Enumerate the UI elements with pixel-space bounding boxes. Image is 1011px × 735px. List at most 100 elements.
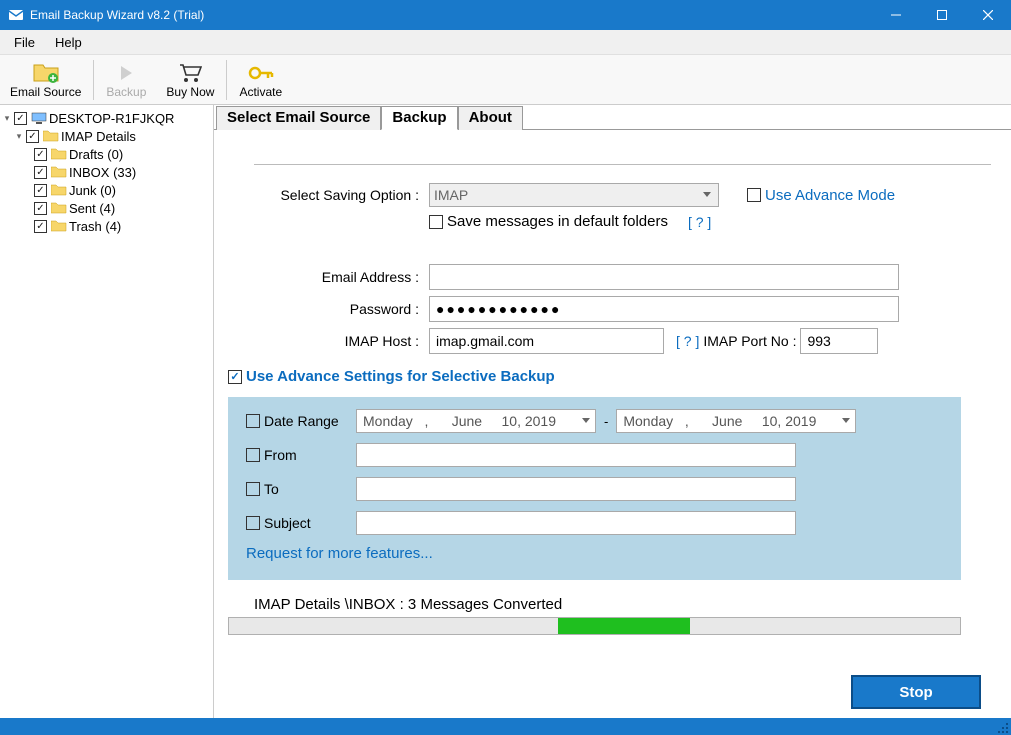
checkbox[interactable] [34, 166, 47, 179]
folder-icon [51, 165, 67, 179]
backup-button: Backup [96, 55, 156, 104]
content-panel: Select Email Source Backup About Select … [214, 105, 1011, 718]
email-source-button[interactable]: Email Source [0, 55, 91, 104]
expander-icon[interactable]: ▾ [14, 131, 24, 142]
from-label: From [264, 447, 297, 463]
tree-label: Trash (4) [69, 219, 121, 234]
tree-root[interactable]: ▾ DESKTOP-R1FJKQR [2, 109, 211, 127]
tree-folder-drafts[interactable]: Drafts (0) [2, 145, 211, 163]
email-label: Email Address : [254, 269, 429, 285]
expander-icon[interactable]: ▾ [2, 113, 12, 124]
saving-option-label: Select Saving Option : [254, 187, 429, 203]
statusbar [0, 718, 1011, 735]
minimize-button[interactable] [873, 0, 919, 30]
to-checkbox[interactable] [246, 482, 260, 496]
folder-tree: ▾ DESKTOP-R1FJKQR ▾ IMAP Details Drafts … [0, 105, 214, 718]
advance-settings-checkbox[interactable] [228, 370, 242, 384]
folder-icon [51, 147, 67, 161]
date-range-checkbox[interactable] [246, 414, 260, 428]
request-features-link[interactable]: Request for more features... [246, 545, 943, 562]
toolbar-label: Buy Now [166, 85, 214, 99]
toolbar-label: Activate [239, 85, 282, 99]
advance-settings-panel: Date Range - From To Subject [228, 397, 961, 580]
close-button[interactable] [965, 0, 1011, 30]
save-default-label: Save messages in default folders [447, 213, 668, 230]
date-separator: - [604, 414, 608, 429]
tab-backup[interactable]: Backup [381, 106, 457, 130]
saving-option-select[interactable]: IMAP [429, 183, 719, 207]
menu-help[interactable]: Help [45, 31, 92, 54]
from-checkbox[interactable] [246, 448, 260, 462]
tab-strip: Select Email Source Backup About [216, 106, 1011, 130]
host-field[interactable] [429, 328, 664, 354]
tree-label: Sent (4) [69, 201, 115, 216]
checkbox[interactable] [34, 148, 47, 161]
to-field[interactable] [356, 477, 796, 501]
host-label: IMAP Host : [254, 333, 429, 349]
maximize-button[interactable] [919, 0, 965, 30]
main-area: ▾ DESKTOP-R1FJKQR ▾ IMAP Details Drafts … [0, 105, 1011, 718]
subject-label: Subject [264, 515, 311, 531]
toolbar: Email Source Backup Buy Now Activate [0, 55, 1011, 105]
folder-icon [51, 183, 67, 197]
help-link[interactable]: [ ? ] [684, 214, 715, 230]
computer-icon [31, 111, 47, 125]
menubar: File Help [0, 30, 1011, 55]
tree-folder-sent[interactable]: Sent (4) [2, 199, 211, 217]
tree-label: Drafts (0) [69, 147, 123, 162]
tree-folder-trash[interactable]: Trash (4) [2, 217, 211, 235]
checkbox[interactable] [34, 184, 47, 197]
port-field[interactable] [800, 328, 878, 354]
advance-settings-header[interactable]: Use Advance Settings for Selective Backu… [246, 368, 555, 385]
progress-indicator [558, 618, 690, 634]
from-field[interactable] [356, 443, 796, 467]
tab-select-email-source[interactable]: Select Email Source [216, 106, 381, 130]
checkbox[interactable] [34, 202, 47, 215]
subject-field[interactable] [356, 511, 796, 535]
app-icon [8, 7, 24, 23]
to-label: To [264, 481, 279, 497]
tab-about[interactable]: About [458, 106, 523, 130]
tree-folder-junk[interactable]: Junk (0) [2, 181, 211, 199]
advance-mode-checkbox[interactable] [747, 188, 761, 202]
date-to-picker[interactable] [616, 409, 856, 433]
folder-icon [43, 129, 59, 143]
password-field[interactable] [429, 296, 899, 322]
port-label: IMAP Port No : [703, 333, 796, 349]
separator [254, 164, 991, 165]
tree-label: INBOX (33) [69, 165, 136, 180]
checkbox[interactable] [14, 112, 27, 125]
menu-file[interactable]: File [4, 31, 45, 54]
resize-grip-icon[interactable] [995, 720, 1009, 734]
email-field[interactable] [429, 264, 899, 290]
tree-label: DESKTOP-R1FJKQR [49, 111, 174, 126]
stop-button[interactable]: Stop [851, 675, 981, 709]
save-default-checkbox[interactable] [429, 215, 443, 229]
toolbar-label: Backup [106, 85, 146, 99]
toolbar-separator [226, 60, 227, 100]
date-from-picker[interactable] [356, 409, 596, 433]
buy-now-button[interactable]: Buy Now [156, 55, 224, 104]
date-range-label: Date Range [264, 413, 339, 429]
toolbar-separator [93, 60, 94, 100]
tree-folder-inbox[interactable]: INBOX (33) [2, 163, 211, 181]
tab-pane-backup: Select Saving Option : IMAP Use Advance … [214, 129, 1011, 719]
folder-plus-icon [33, 61, 59, 85]
subject-checkbox[interactable] [246, 516, 260, 530]
folder-icon [51, 201, 67, 215]
cart-icon [178, 61, 202, 85]
tree-label: Junk (0) [69, 183, 116, 198]
help-link[interactable]: [ ? ] [672, 333, 703, 349]
password-label: Password : [254, 301, 429, 317]
folder-icon [51, 219, 67, 233]
window-title: Email Backup Wizard v8.2 (Trial) [30, 8, 873, 22]
progress-bar [228, 617, 961, 635]
advance-mode-link[interactable]: Use Advance Mode [765, 187, 895, 204]
checkbox[interactable] [26, 130, 39, 143]
key-icon [248, 61, 274, 85]
checkbox[interactable] [34, 220, 47, 233]
toolbar-label: Email Source [10, 85, 81, 99]
tree-imap-details[interactable]: ▾ IMAP Details [2, 127, 211, 145]
activate-button[interactable]: Activate [229, 55, 292, 104]
tree-label: IMAP Details [61, 129, 136, 144]
